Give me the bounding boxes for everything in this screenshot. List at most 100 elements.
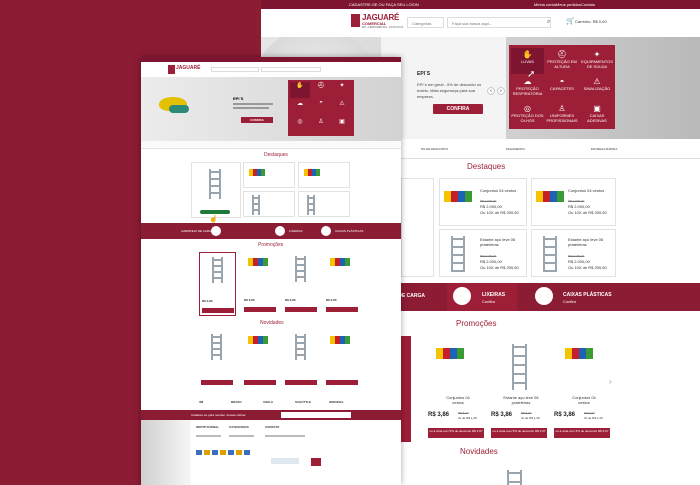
brands-row: 3M BRAVO VIGILA SCHÜTTLE ORIGINAL xyxy=(191,397,361,407)
product-card[interactable]: Conjuntos 04 cestos R$ 0.000,00 R$ 2.000… xyxy=(439,178,527,226)
front-promo-cta[interactable] xyxy=(326,307,358,312)
promo-card[interactable]: Conjuntos 04 cestos R$ 3,86 R$ 5,90 3x d… xyxy=(425,336,485,442)
brand-logo[interactable]: ORIGINAL xyxy=(329,400,344,404)
tile-sinalizacao[interactable]: SINALIZAÇÃO xyxy=(580,86,614,91)
promo-installment: 3x de R$ 1,29 xyxy=(458,416,477,420)
mouse-cursor-icon: ➚ xyxy=(527,69,536,80)
product-name[interactable]: Estante aço leve 06 prateleiras xyxy=(480,237,527,247)
tile-altura[interactable]: PROTEÇÃO EM ALTURA xyxy=(545,59,579,69)
promo-cta-button[interactable]: ou à vista com 5% de desconto R$ 3,67 xyxy=(428,428,484,438)
promo-installment: 3x de R$ 1,29 xyxy=(521,416,540,420)
front-product-card[interactable] xyxy=(243,191,295,217)
newsletter-input[interactable] xyxy=(281,412,351,418)
front-banner-carga[interactable]: CARRINHO DE CARGA xyxy=(181,229,214,233)
front-hero-cta[interactable]: CONFIRA xyxy=(241,117,273,123)
payment-icons xyxy=(196,450,251,455)
product-name[interactable]: Estante aço leve 06 prateleiras xyxy=(568,237,615,247)
front-new-card[interactable] xyxy=(324,330,361,388)
product-card[interactable]: Estante aço leve 06 prateleiras R$ 0.000… xyxy=(439,229,527,277)
brand-logo[interactable]: 3M xyxy=(199,400,203,404)
front-new-cta[interactable] xyxy=(285,380,317,385)
promo-name[interactable]: Conjuntos 04 cestos xyxy=(441,395,475,405)
brand-logo[interactable]: SCHÜTTLE xyxy=(295,400,311,404)
front-promocoes-title: Promoções xyxy=(258,242,284,248)
front-promo-cta[interactable] xyxy=(285,307,317,312)
front-product-card[interactable] xyxy=(298,162,350,188)
security-seal-icon xyxy=(271,458,299,464)
front-novidades-title: Novidades xyxy=(260,320,284,326)
front-search-input[interactable] xyxy=(261,67,321,72)
product-card[interactable]: Estante aço leve 06 prateleiras R$ 0.000… xyxy=(531,229,616,277)
promo-card[interactable]: Conjuntos 04 cestos R$ 3,86 R$ 5,90 3x d… xyxy=(551,336,611,442)
hero-cta-button[interactable]: CONFIRA xyxy=(433,104,483,114)
tile-olhos[interactable]: PROTEÇÃO DOS OLHOS xyxy=(511,113,544,123)
promo-old: R$ 5,90 xyxy=(521,411,532,415)
feature-payment: PAGAMENTO xyxy=(506,147,525,151)
promo-cta-button[interactable]: ou à vista com 5% de desconto R$ 3,67 xyxy=(554,428,610,438)
product-card[interactable] xyxy=(401,178,434,277)
product-name[interactable]: Conjuntos 04 cestos xyxy=(568,188,615,193)
front-new-card[interactable] xyxy=(199,330,236,388)
my-account-link[interactable]: Minha conta xyxy=(534,2,556,7)
front-new-card[interactable] xyxy=(242,330,279,388)
front-new-card[interactable] xyxy=(283,330,320,388)
product-card[interactable]: Conjuntos 04 cestos R$ 0.000,00 R$ 2.000… xyxy=(531,178,616,226)
search-icon[interactable]: ⌕ xyxy=(547,19,550,26)
category-select[interactable]: Categorias xyxy=(407,17,444,28)
tile-capacetes[interactable]: CAPACETES xyxy=(545,86,579,91)
contact-link[interactable]: Contato xyxy=(581,2,595,7)
front-new-cta[interactable] xyxy=(326,380,358,385)
front-logo-icon xyxy=(168,65,175,74)
front-new-cta[interactable] xyxy=(244,380,276,385)
newsletter-bar: Cadastre-se para receber nossas ofertas xyxy=(141,410,401,420)
front-promo-cta[interactable] xyxy=(244,307,276,312)
front-promo-card[interactable]: R$ 3,86 xyxy=(242,252,279,316)
brand-logo[interactable]: BRAVO xyxy=(231,400,242,404)
hero-harness-icon xyxy=(169,105,189,113)
brand-logo[interactable]: VIGILA xyxy=(263,400,273,404)
tile-respiratoria[interactable]: PROTEÇÃO RESPIRATÓRIA xyxy=(511,86,544,96)
front-banner-lixeiras[interactable]: LIXEIRAS xyxy=(289,229,303,233)
hero-prev-icon[interactable]: ‹ xyxy=(487,87,495,95)
carousel-next-icon[interactable]: › xyxy=(609,377,612,386)
search-input[interactable]: Faça sua busca aqui... xyxy=(447,17,551,28)
front-product-card[interactable] xyxy=(191,162,241,218)
product-installment: Ou 10X de R$ 259,50 xyxy=(480,210,519,215)
promo-old: R$ 5,90 xyxy=(584,411,595,415)
hero-next-icon[interactable]: › xyxy=(497,87,505,95)
banner-caixas-sub: Confira xyxy=(563,299,576,304)
banner-lixeiras[interactable]: LIXEIRAS xyxy=(482,292,505,298)
promo-cta-button[interactable]: ou à vista com 5% de desconto R$ 3,67 xyxy=(491,428,547,438)
front-category-banner: CARRINHO DE CARGA LIXEIRAS CAIXAS PLÁSTI… xyxy=(141,223,401,239)
product-name[interactable]: Conjuntos 04 cestos xyxy=(480,188,527,193)
front-category-select[interactable] xyxy=(211,67,259,72)
tile-solda[interactable]: EQUIPAMENTOS DE SOLDA xyxy=(580,59,614,69)
promo-name[interactable]: Estante aço leve 06 prateleiras xyxy=(501,395,541,405)
promo-card[interactable]: Estante aço leve 06 prateleiras R$ 3,86 … xyxy=(488,336,548,442)
cart-total[interactable]: Carrinho: R$ 0,00 xyxy=(575,19,607,24)
front-promo-cta[interactable] xyxy=(202,308,234,313)
front-buy-button[interactable] xyxy=(200,210,230,214)
hero-title: EPI´S xyxy=(417,71,431,77)
front-product-card[interactable] xyxy=(243,162,295,188)
front-new-cta[interactable] xyxy=(201,380,233,385)
product-price: R$ 2.000,00 xyxy=(568,204,590,209)
product-price: R$ 2.000,00 xyxy=(480,259,502,264)
cart-icon[interactable]: 🛒 xyxy=(566,17,575,25)
front-promo-card[interactable]: R$ 3,86 xyxy=(324,252,361,316)
front-banner-caixas[interactable]: CAIXAS PLÁSTICAS xyxy=(335,229,363,233)
front-promo-price: R$ 3,86 xyxy=(326,298,337,302)
front-product-card[interactable] xyxy=(298,191,350,217)
my-orders-link[interactable]: Meus pedidos xyxy=(556,2,581,7)
newsletter-label: Cadastre-se para receber nossas ofertas xyxy=(191,413,246,417)
banner-caixas[interactable]: CAIXAS PLÁSTICAS xyxy=(563,292,612,298)
promo-name[interactable]: Conjuntos 04 cestos xyxy=(567,395,601,405)
tile-caixas[interactable]: CAIXAS ADESIVAS xyxy=(580,113,614,123)
front-promo-card[interactable]: R$ 3,86 xyxy=(199,252,236,316)
front-promo-card[interactable]: R$ 3,86 xyxy=(283,252,320,316)
tile-luvas[interactable]: LUVAS xyxy=(511,59,544,64)
login-link[interactable]: CADASTRE-SE OU FAÇA SEU LOGIN xyxy=(349,2,419,7)
tile-uniformes[interactable]: UNIFORMES PROFISSIONAIS xyxy=(545,113,579,123)
promo-old: R$ 5,90 xyxy=(458,411,469,415)
feature-delivery: ENTREGA RÁPIDA xyxy=(591,147,618,151)
